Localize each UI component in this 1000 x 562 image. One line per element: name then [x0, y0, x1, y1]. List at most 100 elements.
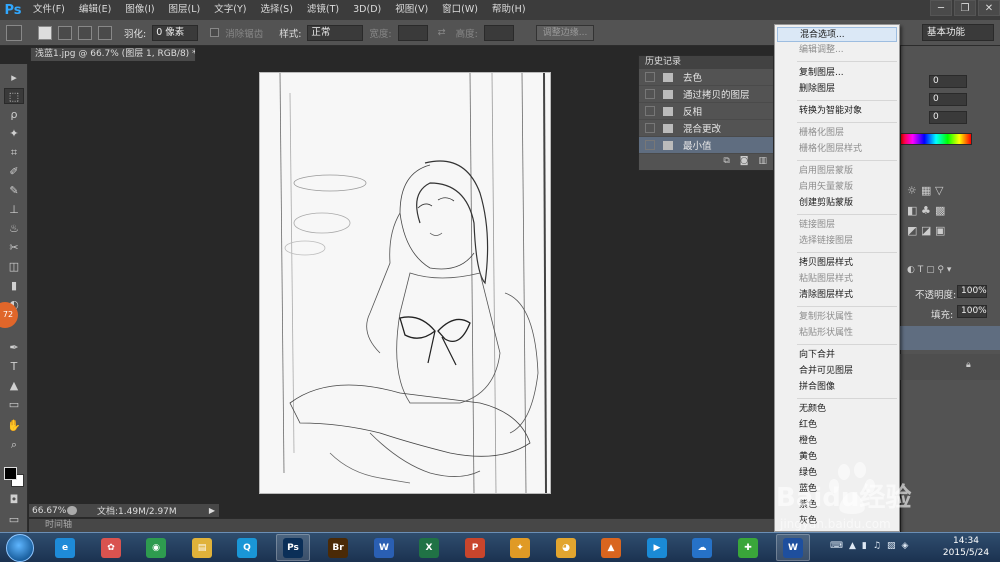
- menu-item-merge-visible[interactable]: 合并可见图层: [777, 364, 897, 379]
- layer-row-selected[interactable]: [900, 326, 1000, 350]
- path-select-tool-icon[interactable]: ▲: [4, 378, 24, 394]
- document-tab[interactable]: 浅蓝1.jpg @ 66.7% (图层 1, RGB/8) *: [30, 47, 196, 61]
- width-input[interactable]: [397, 24, 428, 41]
- adjustment-triangle-icon[interactable]: ▽: [935, 184, 943, 197]
- marquee-tool-icon[interactable]: ⬚: [4, 88, 24, 104]
- history-snapshot-checkbox[interactable]: [645, 123, 655, 133]
- taskbar-app-photoshop[interactable]: Ps: [276, 534, 310, 561]
- new-selection-icon[interactable]: [38, 25, 52, 40]
- taskbar-app-excel[interactable]: X: [412, 534, 446, 561]
- eyedropper-tool-icon[interactable]: ✐: [4, 164, 24, 180]
- menu-image[interactable]: 图像(I): [118, 0, 161, 20]
- gradient-tool-icon[interactable]: ▮: [4, 278, 24, 294]
- adjustment-posterize-icon[interactable]: ◪: [921, 224, 931, 237]
- history-item[interactable]: 通过拷贝的图层: [639, 86, 773, 103]
- new-document-from-state-icon[interactable]: ⧉: [723, 154, 729, 168]
- menu-item-convert-smart-object[interactable]: 转换为智能对象: [777, 104, 897, 119]
- status-arrow-icon[interactable]: ▶: [209, 506, 215, 515]
- taskbar-app-paint[interactable]: ◕: [549, 534, 583, 561]
- menu-item-enable-vector-mask[interactable]: 启用矢量蒙版: [777, 180, 897, 195]
- menu-window[interactable]: 窗口(W): [435, 0, 485, 20]
- history-snapshot-checkbox[interactable]: [645, 106, 655, 116]
- layer-filter-icon[interactable]: ◐ T ▢ ⚲ ▾: [907, 265, 951, 275]
- height-input[interactable]: [483, 24, 514, 41]
- timeline-panel-tab[interactable]: 时间轴: [29, 518, 774, 532]
- adjustment-grid-icon[interactable]: ▩: [935, 204, 945, 217]
- new-snapshot-icon[interactable]: ◙: [740, 154, 749, 168]
- taskbar-app-qq-player[interactable]: Q: [230, 534, 264, 561]
- color-spectrum[interactable]: [900, 133, 972, 145]
- feather-input[interactable]: 0 像素: [152, 24, 199, 41]
- menu-file[interactable]: 文件(F): [26, 0, 72, 20]
- intersect-selection-icon[interactable]: [98, 25, 112, 40]
- eraser-tool-icon[interactable]: ◫: [4, 259, 24, 275]
- history-item[interactable]: 反相: [639, 103, 773, 120]
- taskbar-app-explorer[interactable]: ▤: [185, 534, 219, 561]
- menu-item-copy-shape-attributes[interactable]: 复制形状属性: [777, 310, 897, 325]
- start-button-icon[interactable]: [6, 534, 34, 562]
- menu-item-copy-layer-style[interactable]: 拷贝图层样式: [777, 256, 897, 271]
- screen-mode-icon[interactable]: ▭: [4, 512, 24, 528]
- menu-layer[interactable]: 图层(L): [162, 0, 208, 20]
- adjustment-levels-icon[interactable]: ▦: [921, 184, 931, 197]
- red-value-input[interactable]: 0: [929, 75, 967, 88]
- marquee-tool-preset-icon[interactable]: [6, 24, 22, 41]
- hand-tool-icon[interactable]: ✋: [4, 418, 24, 434]
- history-item[interactable]: 去色: [639, 69, 773, 86]
- menu-item-select-linked-layers[interactable]: 选择链接图层: [777, 234, 897, 249]
- taskbar-app-cloud[interactable]: ☁: [685, 534, 719, 561]
- history-brush-tool-icon[interactable]: ✂: [4, 240, 24, 256]
- subtract-selection-icon[interactable]: [78, 25, 92, 40]
- menu-item-create-clipping-mask[interactable]: 创建剪贴蒙版: [777, 196, 897, 211]
- brush-tool-icon[interactable]: ⊥: [4, 202, 24, 218]
- menu-filter[interactable]: 滤镜(T): [300, 0, 346, 20]
- green-value-input[interactable]: 0: [929, 93, 967, 106]
- menu-type[interactable]: 文字(Y): [207, 0, 253, 20]
- menu-item-rasterize-layer[interactable]: 栅格化图层: [777, 126, 897, 141]
- taskbar-app-pinwheel[interactable]: ✿: [94, 534, 128, 561]
- menu-view[interactable]: 视图(V): [388, 0, 435, 20]
- healing-brush-tool-icon[interactable]: ✎: [4, 183, 24, 199]
- taskbar-app-ie[interactable]: e: [48, 534, 82, 561]
- taskbar-app-word[interactable]: W: [367, 534, 401, 561]
- taskbar-app-chrome[interactable]: ◉: [139, 534, 173, 561]
- refine-edge-button[interactable]: 调整边缘...: [535, 24, 595, 41]
- adjustment-threshold-icon[interactable]: ▣: [935, 224, 945, 237]
- adjustment-balance-icon[interactable]: ◧: [907, 204, 917, 217]
- adjustment-mixer-icon[interactable]: ♣: [921, 204, 931, 217]
- menu-help[interactable]: 帮助(H): [485, 0, 533, 20]
- menu-item-enable-layer-mask[interactable]: 启用图层蒙版: [777, 164, 897, 179]
- workspace-select[interactable]: 基本功能: [922, 24, 994, 41]
- menu-item-color-none[interactable]: 无颜色: [777, 402, 897, 417]
- zoom-level[interactable]: 66.67%: [29, 506, 67, 516]
- close-button[interactable]: ✕: [978, 0, 1000, 16]
- network-icon[interactable]: ▨: [887, 541, 896, 555]
- taskbar-app-bridge[interactable]: Br: [321, 534, 355, 561]
- menu-item-link-layers[interactable]: 链接图层: [777, 218, 897, 233]
- history-snapshot-checkbox[interactable]: [645, 89, 655, 99]
- minimize-button[interactable]: ─: [930, 0, 952, 16]
- keyboard-icon[interactable]: ⌨: [830, 541, 843, 555]
- style-select[interactable]: 正常: [307, 24, 364, 41]
- type-tool-icon[interactable]: T: [4, 359, 24, 375]
- menu-item-color-red[interactable]: 红色: [777, 418, 897, 433]
- layer-row-background[interactable]: 🔒︎: [900, 354, 1000, 380]
- taskbar-app-security[interactable]: ✚: [731, 534, 765, 561]
- add-selection-icon[interactable]: [58, 25, 72, 40]
- fill-input[interactable]: 100%: [957, 305, 987, 318]
- menu-edit[interactable]: 编辑(E): [72, 0, 118, 20]
- history-item[interactable]: 混合更改: [639, 120, 773, 137]
- tray-app-icon[interactable]: ▮: [862, 541, 867, 555]
- adjustment-brightness-icon[interactable]: ☼: [907, 184, 917, 197]
- rectangle-tool-icon[interactable]: ▭: [4, 397, 24, 413]
- history-snapshot-checkbox[interactable]: [645, 140, 655, 150]
- move-tool-icon[interactable]: ▸: [4, 70, 24, 86]
- restore-button[interactable]: ❐: [954, 0, 976, 16]
- menu-item-blending-options[interactable]: 混合选项...: [777, 27, 897, 42]
- lasso-tool-icon[interactable]: ρ: [4, 107, 24, 123]
- menu-item-clear-layer-style[interactable]: 清除图层样式: [777, 288, 897, 303]
- taskbar-app-powerpoint[interactable]: P: [458, 534, 492, 561]
- quick-mask-icon[interactable]: ◘: [4, 492, 24, 508]
- menu-item-flatten-image[interactable]: 拼合图像: [777, 380, 897, 395]
- taskbar-clock[interactable]: 14:34 2015/5/24: [935, 535, 997, 561]
